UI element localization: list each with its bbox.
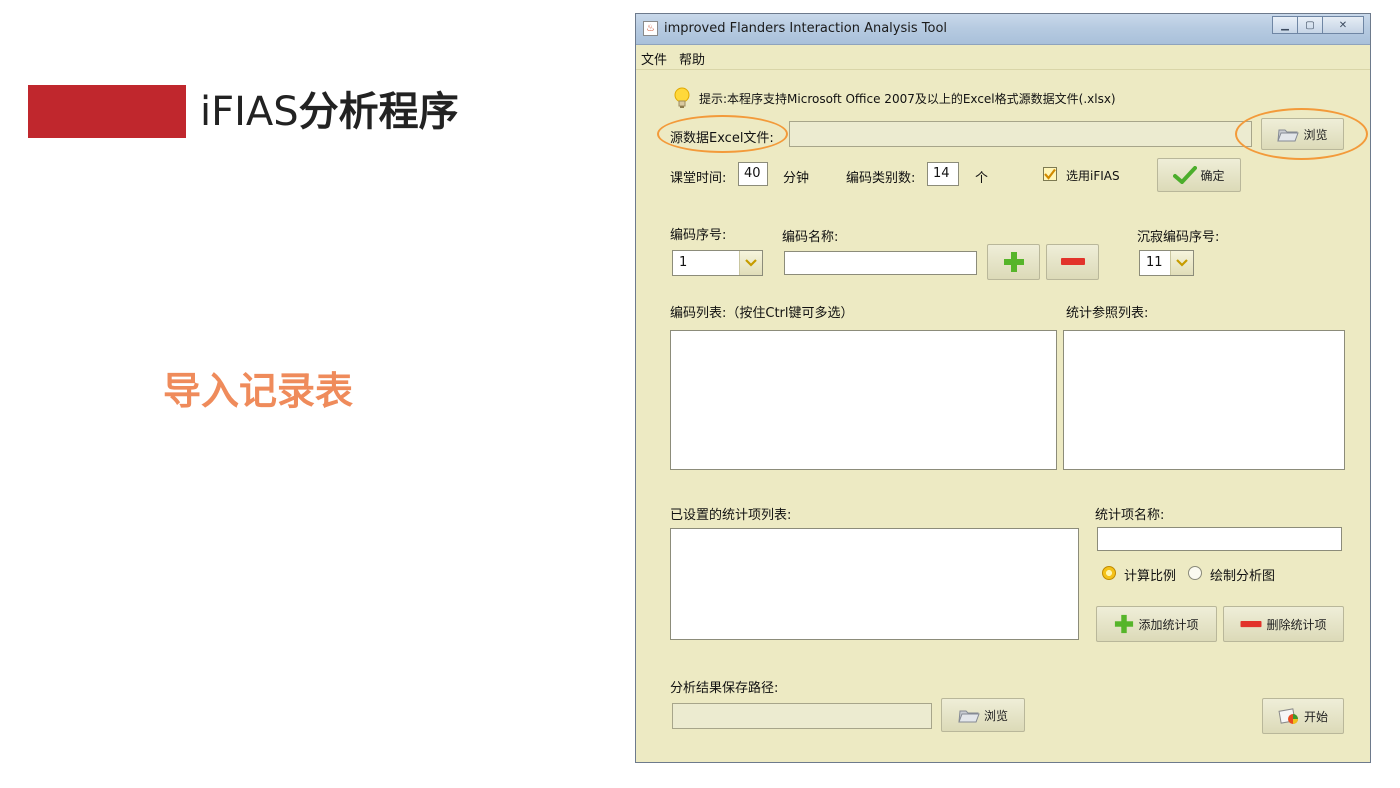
confirm-button[interactable]: 确定 — [1157, 158, 1241, 192]
ref-listbox[interactable] — [1063, 330, 1345, 470]
slide-title-latin: iFIAS — [200, 89, 299, 135]
silence-chevron-down-icon — [1170, 251, 1193, 275]
source-file-label: 源数据Excel文件: — [670, 131, 774, 146]
minute-label: 分钟 — [783, 171, 810, 186]
maximize-icon: ▢ — [1305, 19, 1315, 31]
slide-title-cjk: 分析程序 — [298, 89, 459, 135]
source-browse-label: 浏览 — [1303, 127, 1328, 142]
minus-icon — [1060, 258, 1085, 265]
menu-bar: 文件 帮助 — [636, 45, 1370, 70]
close-icon: ✕ — [1338, 19, 1348, 31]
save-browse-label: 浏览 — [983, 708, 1008, 723]
code-count-input[interactable]: 14 — [927, 162, 959, 186]
silence-seq-select[interactable]: 11 — [1139, 250, 1194, 276]
delete-stat-button[interactable]: 删除统计项 — [1223, 606, 1344, 642]
code-seq-value: 1 — [679, 255, 688, 270]
delete-stat-minus-icon — [1240, 620, 1262, 627]
stat-list-label: 已设置的统计项列表: — [670, 508, 792, 523]
app-window: ♨ improved Flanders Interaction Analysis… — [635, 13, 1371, 763]
window-controls: ▁ ▢ ✕ — [1272, 16, 1364, 34]
delete-stat-label: 删除统计项 — [1266, 617, 1327, 632]
menu-file[interactable]: 文件 — [641, 49, 667, 68]
chart-radio-label: 绘制分析图 — [1210, 569, 1276, 584]
use-ifias-checkbox[interactable] — [1043, 167, 1057, 181]
folder-icon — [1277, 129, 1300, 142]
source-file-field[interactable] — [789, 121, 1252, 147]
class-time-label: 课堂时间: — [670, 171, 727, 186]
code-seq-select[interactable]: 1 — [672, 250, 763, 276]
start-icon — [1278, 708, 1298, 724]
code-list-label: 编码列表:（按住Ctrl键可多选） — [670, 306, 854, 321]
maximize-button[interactable]: ▢ — [1297, 16, 1323, 34]
start-label: 开始 — [1303, 709, 1328, 724]
title-accent-block — [28, 85, 186, 138]
chevron-down-icon — [739, 251, 762, 275]
unit-label: 个 — [975, 171, 989, 186]
code-listbox[interactable] — [670, 330, 1057, 470]
save-folder-icon — [958, 710, 980, 723]
menu-help[interactable]: 帮助 — [679, 49, 705, 68]
confirm-check-icon — [1173, 166, 1198, 184]
add-stat-button[interactable]: 添加统计项 — [1096, 606, 1217, 642]
lightbulb-icon — [674, 87, 690, 111]
ref-list-label: 统计参照列表: — [1066, 306, 1149, 321]
ratio-radio[interactable] — [1102, 566, 1116, 580]
source-browse-button[interactable]: 浏览 — [1261, 118, 1344, 150]
java-app-icon: ♨ — [643, 21, 658, 36]
window-title: improved Flanders Interaction Analysis T… — [664, 21, 948, 36]
minimize-icon: ▁ — [1281, 19, 1289, 31]
minimize-button[interactable]: ▁ — [1272, 16, 1298, 34]
save-path-label: 分析结果保存路径: — [670, 681, 779, 696]
class-time-input[interactable]: 40 — [738, 162, 768, 186]
window-titlebar[interactable]: ♨ improved Flanders Interaction Analysis… — [636, 14, 1370, 45]
add-stat-plus-icon — [1115, 614, 1134, 634]
add-code-button[interactable] — [987, 244, 1040, 280]
code-seq-label: 编码序号: — [670, 228, 727, 243]
stat-name-input[interactable] — [1097, 527, 1342, 551]
slide-subtitle: 导入记录表 — [163, 369, 354, 413]
remove-code-button[interactable] — [1046, 244, 1099, 280]
confirm-label: 确定 — [1200, 168, 1225, 183]
stat-listbox[interactable] — [670, 528, 1079, 640]
close-button[interactable]: ✕ — [1322, 16, 1364, 34]
slide-title: iFIAS分析程序 — [200, 84, 459, 140]
ratio-radio-label: 计算比例 — [1124, 569, 1177, 584]
chart-radio[interactable] — [1188, 566, 1202, 580]
silence-seq-label: 沉寂编码序号: — [1137, 230, 1220, 245]
checkmark-icon — [1044, 168, 1056, 180]
code-name-input[interactable] — [784, 251, 977, 275]
add-stat-label: 添加统计项 — [1138, 617, 1199, 632]
code-name-label: 编码名称: — [782, 230, 839, 245]
stat-name-label: 统计项名称: — [1095, 508, 1165, 523]
start-button[interactable]: 开始 — [1262, 698, 1344, 734]
use-ifias-label: 选用iFIAS — [1066, 169, 1120, 183]
silence-seq-value: 11 — [1146, 255, 1163, 270]
save-path-field[interactable] — [672, 703, 932, 729]
hint-text: 提示:本程序支持Microsoft Office 2007及以上的Excel格式… — [699, 92, 1116, 106]
code-count-label: 编码类别数: — [846, 171, 916, 186]
plus-icon — [1003, 252, 1024, 272]
save-browse-button[interactable]: 浏览 — [941, 698, 1025, 732]
